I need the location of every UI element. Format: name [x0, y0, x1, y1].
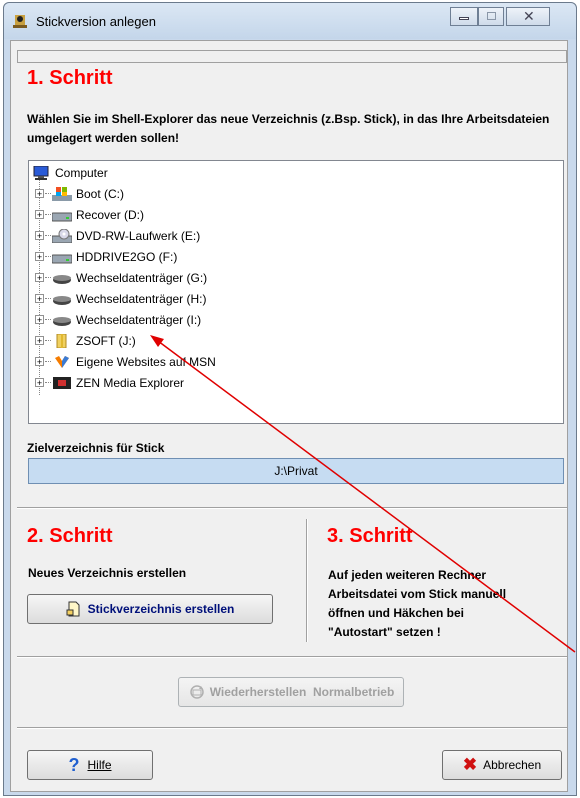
help-button[interactable]: ? Hilfe [27, 750, 153, 780]
cancel-button[interactable]: ✖ Abbrechen [442, 750, 562, 780]
tree-item[interactable]: + Boot (C:) [29, 183, 124, 204]
expand-icon[interactable]: + [35, 357, 44, 367]
removable-drive-icon [52, 271, 72, 285]
tree-connector [45, 319, 51, 320]
tree-item-label: Eigene Websites auf MSN [76, 354, 216, 369]
expand-icon[interactable]: + [35, 336, 44, 346]
expand-icon[interactable]: + [35, 378, 44, 388]
computer-icon [31, 165, 51, 180]
separator [17, 727, 567, 729]
tree-connector [45, 298, 51, 299]
minimize-button[interactable] [450, 7, 478, 26]
app-icon [13, 15, 27, 28]
separator [17, 656, 567, 658]
window-title: Stickversion anlegen [36, 14, 156, 29]
create-stick-directory-label: Stickverzeichnis erstellen [87, 602, 235, 616]
progress-bar [17, 50, 567, 63]
cancel-x-icon: ✖ [462, 755, 478, 774]
cancel-label: Abbrechen [483, 758, 542, 772]
tree-item-label: Recover (D:) [76, 207, 145, 222]
tree-item[interactable]: + DVD-RW-Laufwerk (E:) [29, 225, 200, 246]
step3-line: Arbeitsdatei vom Stick manuell [328, 587, 507, 601]
step1-instruction: Wählen Sie im Shell-Explorer das neue Ve… [27, 112, 550, 145]
tree-connector [45, 256, 51, 257]
separator-vertical [306, 519, 308, 642]
tree-connector [45, 214, 51, 215]
close-button[interactable]: ✕ [506, 7, 550, 26]
shell-explorer-tree[interactable]: Computer + Boot (C:) + Recover (D:) + DV… [28, 160, 564, 424]
tree-item-label: DVD-RW-Laufwerk (E:) [76, 228, 201, 243]
tree-item[interactable]: + Wechseldatenträger (I:) [29, 309, 201, 330]
tree-item[interactable]: + Wechseldatenträger (G:) [29, 267, 207, 288]
tree-item-label: ZSOFT (J:) [76, 333, 136, 348]
hard-drive-icon [51, 250, 73, 264]
tree-item-label: Wechseldatenträger (H:) [76, 291, 207, 306]
step3-line: "Autostart" setzen ! [328, 625, 441, 639]
removable-drive-icon [52, 292, 72, 306]
expand-icon[interactable]: + [35, 315, 44, 325]
step3-line: Auf jeden weiteren Rechner [328, 568, 487, 582]
step2-title: 2. Schritt [27, 525, 113, 547]
expand-icon[interactable]: + [35, 231, 44, 241]
step3-text: Auf jeden weiteren Rechner Arbeitsdatei … [328, 566, 506, 642]
tree-root-computer[interactable]: Computer [31, 162, 108, 183]
windows-drive-icon [52, 186, 72, 201]
expand-icon[interactable]: + [35, 210, 44, 220]
expand-icon[interactable]: + [35, 252, 44, 262]
restore-normal-mode-label: Wiederherstellen Normalbetrieb [209, 685, 395, 699]
question-mark-icon: ? [68, 754, 80, 775]
tree-item[interactable]: + ZSOFT (J:) [29, 330, 136, 351]
step3-title: 3. Schritt [327, 525, 413, 547]
tree-item-label: ZEN Media Explorer [76, 375, 185, 390]
expand-icon[interactable]: + [35, 294, 44, 304]
maximize-button[interactable] [478, 7, 504, 26]
tree-connector [45, 277, 51, 278]
tree-item[interactable]: + Eigene Websites auf MSN [29, 351, 216, 372]
tree-item[interactable]: + ZEN Media Explorer [29, 372, 184, 393]
removable-drive-icon [52, 313, 72, 327]
hard-drive-icon [51, 208, 73, 222]
tree-item[interactable]: + Wechseldatenträger (H:) [29, 288, 207, 309]
step3-line: öffnen und Häkchen bei [328, 606, 465, 620]
usb-folder-icon [52, 333, 72, 348]
tree-item-label: Wechseldatenträger (I:) [76, 312, 202, 327]
restore-icon [189, 685, 204, 699]
tree-item[interactable]: + HDDRIVE2GO (F:) [29, 246, 177, 267]
target-path-display: J:\Privat [28, 458, 564, 484]
close-icon: ✕ [523, 8, 535, 24]
msn-icon [52, 355, 72, 369]
tree-item[interactable]: + Recover (D:) [29, 204, 144, 225]
step2-text: Neues Verzeichnis erstellen [28, 566, 187, 580]
zen-media-icon [52, 376, 72, 390]
maximize-icon [487, 12, 496, 20]
title-bar[interactable]: Stickversion anlegen ✕ [4, 3, 576, 39]
tree-root-label: Computer [55, 165, 108, 180]
document-icon [66, 601, 80, 617]
tree-connector [45, 193, 51, 194]
help-label: Hilfe [87, 758, 112, 772]
tree-item-label: Boot (C:) [76, 186, 125, 201]
tree-item-label: HDDRIVE2GO (F:) [76, 249, 178, 264]
tree-connector [45, 382, 51, 383]
target-label: Zielverzeichnis für Stick [27, 441, 165, 455]
expand-icon[interactable]: + [35, 189, 44, 199]
expand-icon[interactable]: + [35, 273, 44, 283]
tree-connector [45, 340, 51, 341]
step1-title: 1. Schritt [27, 67, 113, 89]
dvd-drive-icon [51, 228, 73, 243]
separator [17, 507, 567, 509]
tree-item-label: Wechseldatenträger (G:) [76, 270, 208, 285]
restore-normal-mode-button[interactable]: Wiederherstellen Normalbetrieb [178, 677, 404, 707]
minimize-icon [459, 17, 469, 20]
tree-connector [45, 235, 51, 236]
tree-connector [45, 361, 51, 362]
create-stick-directory-button[interactable]: Stickverzeichnis erstellen [27, 594, 273, 624]
